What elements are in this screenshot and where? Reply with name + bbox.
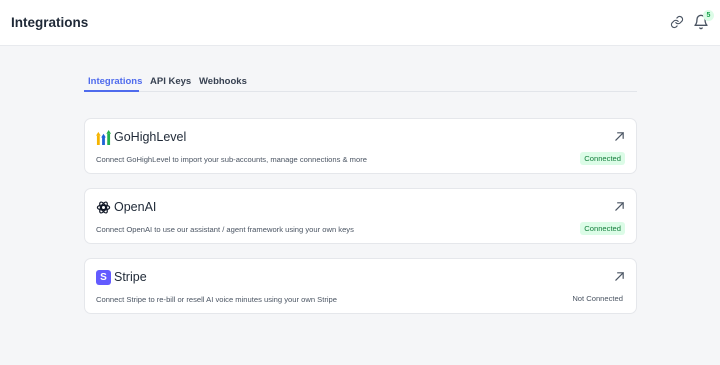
integration-name: Stripe: [114, 270, 147, 284]
tab-api-keys[interactable]: API Keys: [150, 76, 191, 87]
integration-description: Connect Stripe to re-bill or resell AI v…: [96, 295, 338, 304]
active-tab-indicator: [84, 90, 139, 92]
tab-integrations[interactable]: Integrations: [88, 76, 142, 87]
page-title: Integrations: [11, 15, 89, 30]
tab-webhooks[interactable]: Webhooks: [199, 76, 247, 87]
integration-description: Connect GoHighLevel to import your sub-a…: [96, 155, 367, 164]
integration-card-openai[interactable]: OpenAI Connect OpenAI to use our assista…: [84, 188, 637, 244]
openai-logo-icon: [96, 201, 111, 214]
integration-card-gohighlevel[interactable]: GoHighLevel Connect GoHighLevel to impor…: [84, 118, 637, 174]
tab-bar: Integrations API Keys Webhooks: [84, 70, 637, 92]
status-badge: Connected: [580, 222, 625, 235]
notification-count-badge: 5: [703, 10, 714, 21]
stripe-logo-icon: S: [96, 270, 111, 285]
external-link-arrow-icon[interactable]: [614, 201, 625, 212]
integration-card-stripe[interactable]: S Stripe Connect Stripe to re-bill or re…: [84, 258, 637, 314]
link-icon[interactable]: [670, 15, 684, 29]
external-link-arrow-icon[interactable]: [614, 131, 625, 142]
external-link-arrow-icon[interactable]: [614, 271, 625, 282]
status-badge: Connected: [580, 152, 625, 165]
gohighlevel-logo-icon: [96, 130, 111, 145]
top-bar: Integrations 5: [0, 0, 720, 46]
integration-name: GoHighLevel: [114, 130, 187, 144]
integration-name: OpenAI: [114, 200, 157, 214]
integration-description: Connect OpenAI to use our assistant / ag…: [96, 225, 354, 234]
status-badge: Not Connected: [572, 294, 623, 303]
